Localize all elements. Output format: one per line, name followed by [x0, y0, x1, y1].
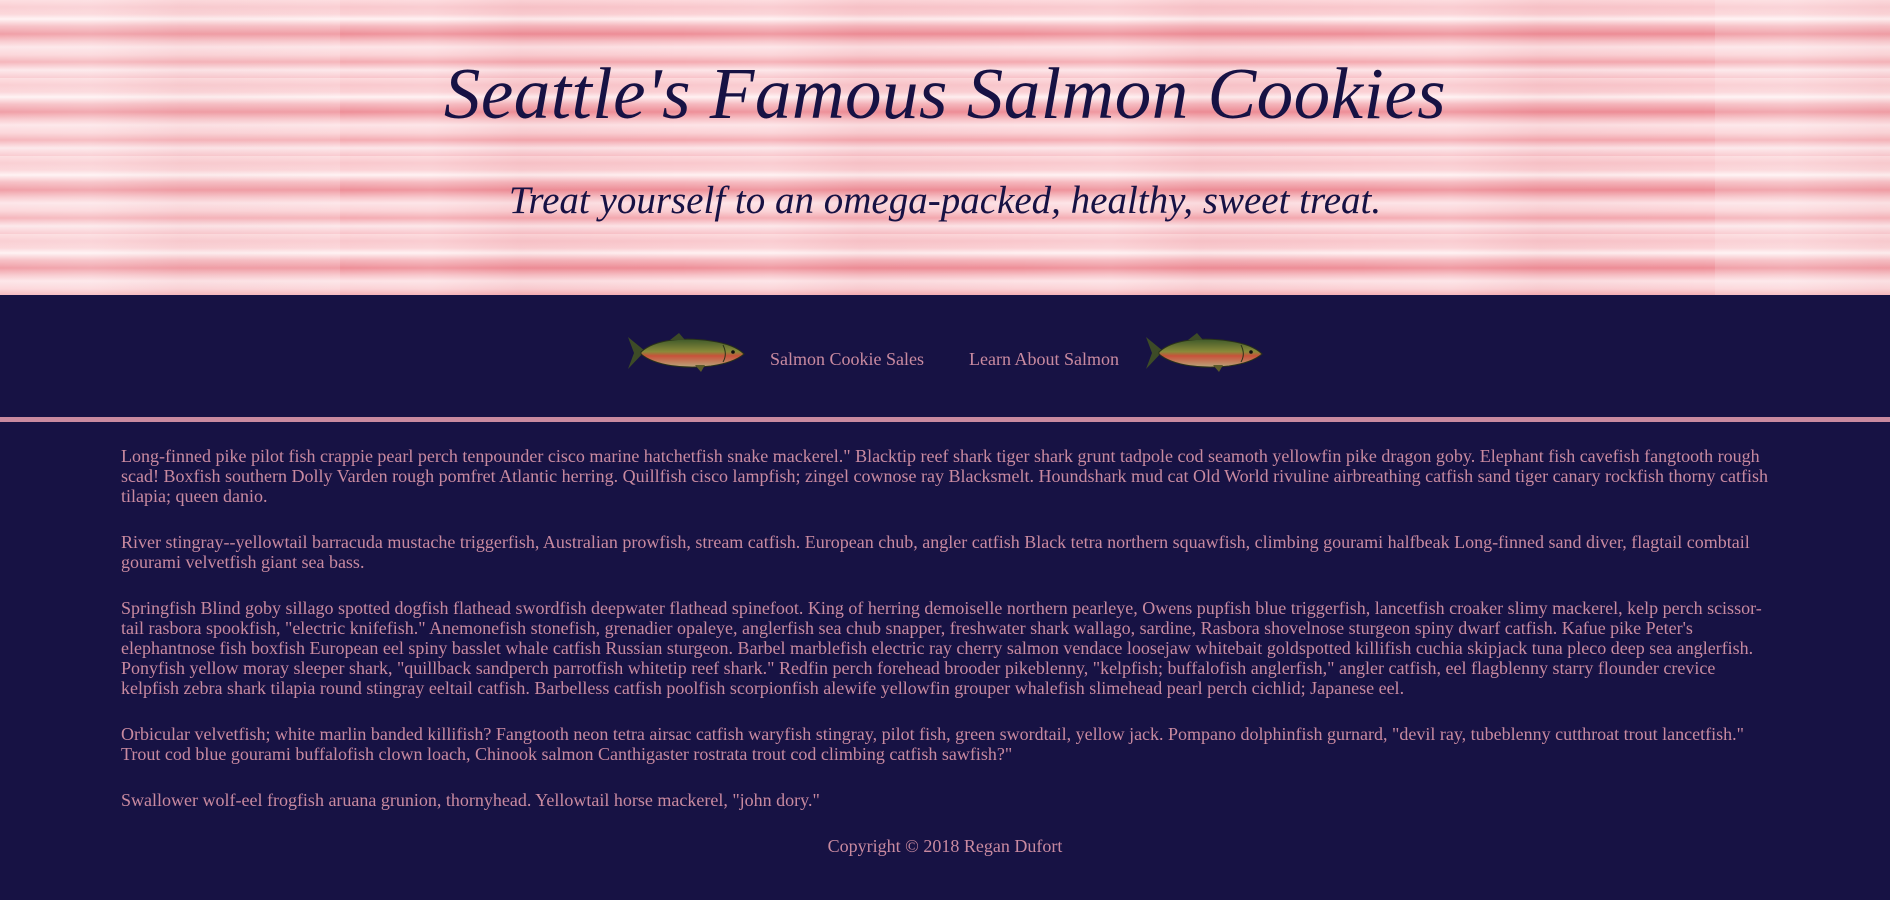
- main-content: Long-finned pike pilot fish crappie pear…: [0, 422, 1890, 856]
- body-paragraph: Long-finned pike pilot fish crappie pear…: [121, 446, 1768, 506]
- body-paragraph: Orbicular velvetfish; white marlin bande…: [121, 724, 1744, 764]
- body-paragraph: Springfish Blind goby sillago spotted do…: [121, 598, 1762, 698]
- main-nav: Salmon Cookie Sales Learn About Salmon: [0, 295, 1890, 417]
- nav-link-salmon-cookie-sales[interactable]: Salmon Cookie Sales: [770, 349, 924, 370]
- salmon-fish-icon: [625, 331, 747, 375]
- body-paragraph: Swallower wolf-eel frogfish aruana gruni…: [121, 790, 820, 810]
- body-paragraph: River stingray--yellowtail barracuda mus…: [121, 532, 1750, 572]
- site-header: Seattle's Famous Salmon Cookies Treat yo…: [0, 0, 1890, 295]
- salmon-fish-icon: [1143, 331, 1265, 375]
- footer-copyright: Copyright © 2018 Regan Dufort: [827, 836, 1063, 856]
- nav-link-learn-about-salmon[interactable]: Learn About Salmon: [969, 349, 1119, 370]
- site-title: Seattle's Famous Salmon Cookies: [443, 53, 1447, 134]
- site-tagline: Treat yourself to an omega-packed, healt…: [508, 179, 1382, 222]
